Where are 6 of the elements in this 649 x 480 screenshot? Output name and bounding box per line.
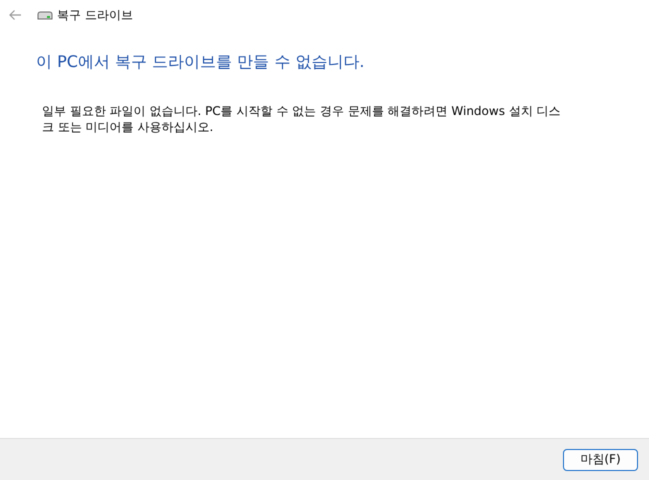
finish-button[interactable]: 마침(F): [563, 448, 638, 470]
back-arrow-icon[interactable]: [8, 9, 22, 21]
drive-icon: [37, 10, 53, 20]
window-title: 복구 드라이브: [57, 6, 133, 24]
heading: 이 PC에서 복구 드라이브를 만들 수 없습니다.: [36, 52, 366, 73]
message-text: 일부 필요한 파일이 없습니다. PC를 시작할 수 없는 경우 문제를 해결하려면 Windows 설치 디스크 또는 미디어를 사용하십시오.: [42, 103, 562, 136]
